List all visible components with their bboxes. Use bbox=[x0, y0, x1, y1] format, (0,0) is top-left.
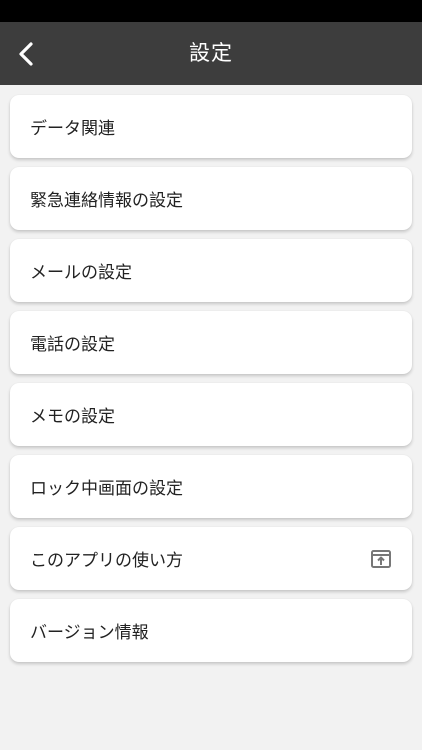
chevron-left-icon bbox=[19, 42, 33, 66]
menu-item-label: データ関連 bbox=[30, 119, 115, 139]
settings-menu: データ関連 緊急連絡情報の設定 メールの設定 電話の設定 メモの設定 ロック中画… bbox=[10, 95, 412, 671]
menu-item-label: ロック中画面の設定 bbox=[30, 479, 183, 499]
menu-item-mail-settings[interactable]: メールの設定 bbox=[10, 239, 412, 302]
menu-item-label: 緊急連絡情報の設定 bbox=[30, 191, 183, 211]
open-external-icon bbox=[371, 549, 391, 568]
status-bar bbox=[0, 0, 422, 22]
back-button[interactable] bbox=[6, 32, 46, 76]
menu-item-label: バージョン情報 bbox=[30, 623, 149, 643]
menu-item-phone-settings[interactable]: 電話の設定 bbox=[10, 311, 412, 374]
menu-item-label: このアプリの使い方 bbox=[30, 551, 183, 571]
menu-item-emergency-contact[interactable]: 緊急連絡情報の設定 bbox=[10, 167, 412, 230]
menu-item-lock-screen-settings[interactable]: ロック中画面の設定 bbox=[10, 455, 412, 518]
page-title: 設定 bbox=[189, 41, 233, 65]
menu-item-data[interactable]: データ関連 bbox=[10, 95, 412, 158]
menu-item-label: 電話の設定 bbox=[30, 335, 115, 355]
app-header: 設定 bbox=[0, 22, 422, 85]
menu-item-memo-settings[interactable]: メモの設定 bbox=[10, 383, 412, 446]
menu-item-how-to-use[interactable]: このアプリの使い方 bbox=[10, 527, 412, 590]
menu-item-version-info[interactable]: バージョン情報 bbox=[10, 599, 412, 662]
menu-item-label: メモの設定 bbox=[30, 407, 115, 427]
menu-item-label: メールの設定 bbox=[30, 263, 132, 283]
